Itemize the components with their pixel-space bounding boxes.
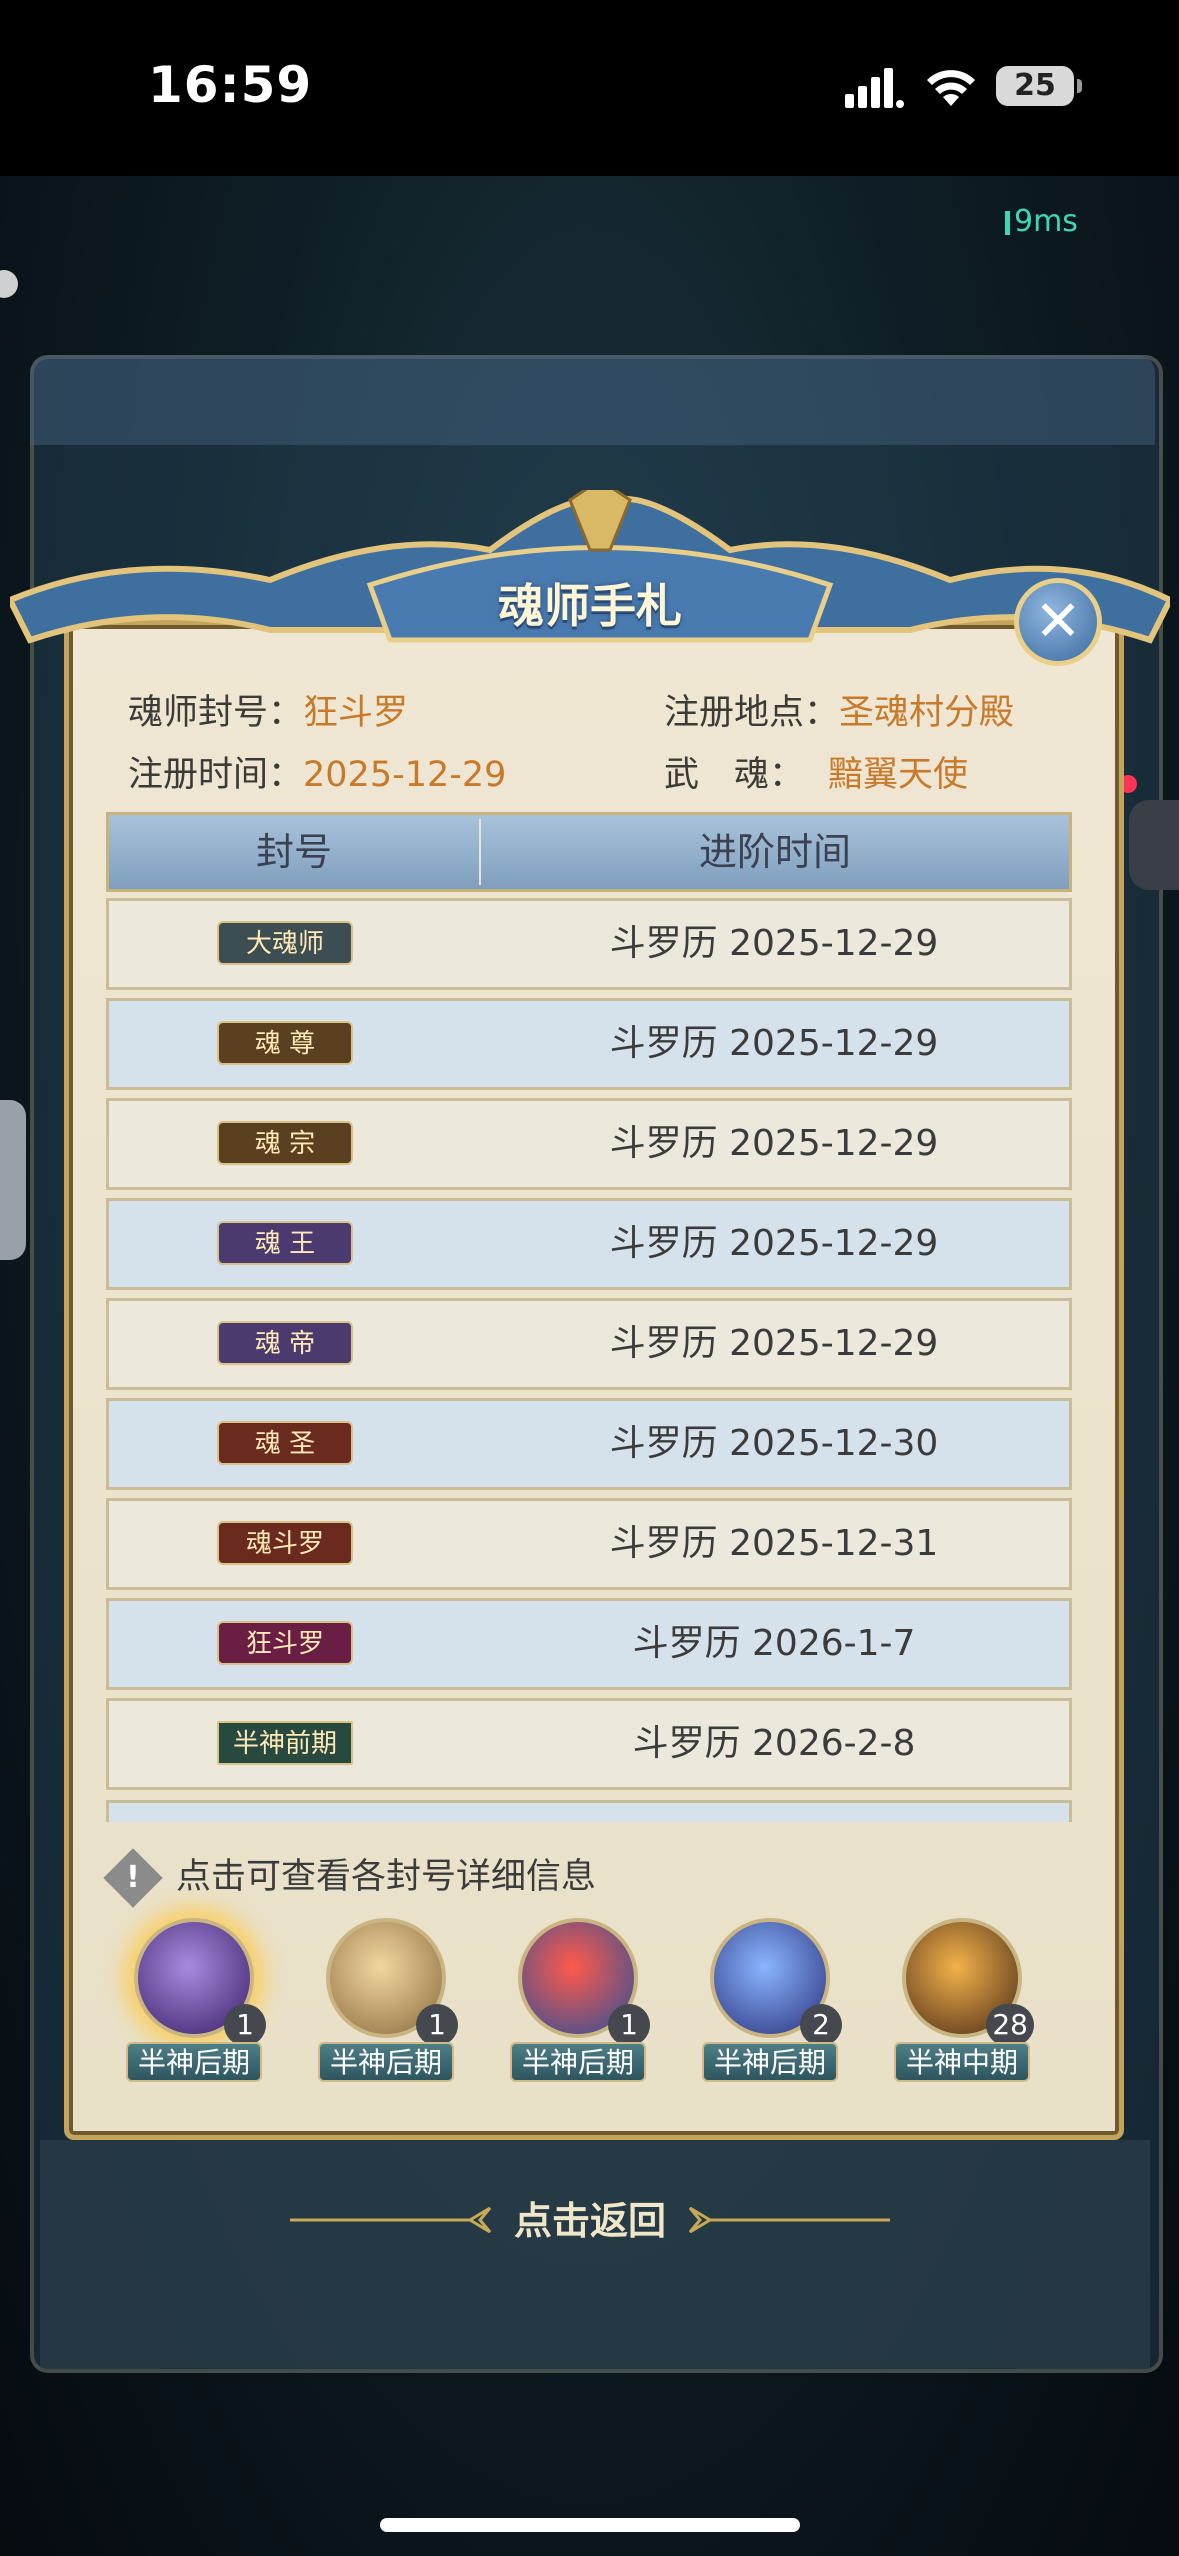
chat-bubble-button[interactable] [1129, 800, 1179, 890]
background-bottom-menu [40, 2140, 1150, 2370]
table-row[interactable]: 魂 圣 斗罗历 2025-12-30 [106, 1398, 1072, 1490]
title-badge-label: 魂 圣 [254, 1429, 316, 1459]
soul-avatar[interactable]: 28 半神中期 [894, 1912, 1034, 2082]
soul-level: 半神后期 [510, 2042, 646, 2082]
modal-title: 魂师手札 [498, 579, 682, 633]
close-button[interactable]: ✕ [1014, 578, 1102, 666]
soul-level: 半神后期 [318, 2042, 454, 2082]
table-header: 封号 进阶时间 [106, 812, 1072, 892]
info-title-value: 狂斗罗 [303, 693, 409, 733]
info-date-field: 注册时间：2025-12-29 [128, 746, 506, 797]
wifi-icon [927, 70, 975, 106]
title-badge: 狂斗罗 [217, 1621, 353, 1665]
soul-avatar[interactable]: 1 半神后期 [510, 1912, 650, 2082]
table-row[interactable]: 魂 帝 斗罗历 2025-12-29 [106, 1298, 1072, 1390]
background-panel-titlebar [30, 355, 1155, 445]
side-handle[interactable] [0, 1100, 26, 1260]
soul-level: 半神后期 [702, 2042, 838, 2082]
title-badge-label: 魂斗罗 [245, 1529, 324, 1559]
table-row[interactable]: 大魂师 斗罗历 2025-12-29 [106, 898, 1072, 990]
info-icon: ! [103, 1848, 163, 1908]
soul-level: 半神中期 [894, 2042, 1030, 2082]
title-badge: 魂 帝 [217, 1321, 353, 1365]
info-soul-label: 武 魂： [664, 755, 805, 795]
title-badge-label: 魂 宗 [254, 1129, 316, 1159]
soul-level: 半神后期 [126, 2042, 262, 2082]
advance-time: 斗罗历 2025-12-29 [609, 923, 939, 964]
soul-avatar[interactable]: 1 半神后期 [318, 1912, 458, 2082]
status-time: 16:59 [148, 56, 313, 114]
title-badge-label: 大魂师 [245, 929, 324, 959]
soul-count: 1 [608, 2004, 650, 2046]
advance-time: 斗罗历 2026-2-8 [632, 1723, 916, 1764]
title-badge-label: 魂 王 [254, 1229, 316, 1259]
advance-time: 斗罗历 2025-12-29 [609, 1323, 939, 1364]
info-date-label: 注册时间： [128, 755, 304, 795]
title-badge: 魂 王 [217, 1221, 353, 1265]
soul-avatar[interactable]: 2 半神后期 [702, 1912, 842, 2082]
info-title-field: 魂师封号：狂斗罗 [128, 684, 408, 735]
advance-time: 斗罗历 2025-12-29 [609, 1223, 939, 1264]
title-badge: 半神前期 [217, 1721, 353, 1765]
table-row-partial [106, 1800, 1072, 1822]
info-soul-field: 武 魂： 黯翼天使 [664, 746, 968, 797]
table-row[interactable]: 半神前期 斗罗历 2026-2-8 [106, 1698, 1072, 1790]
table-row[interactable]: 魂斗罗 斗罗历 2025-12-31 [106, 1498, 1072, 1590]
ping-icon [1005, 210, 1010, 235]
status-bar: 16:59 25 [0, 0, 1179, 176]
ping-indicator: 9ms [1005, 204, 1078, 239]
return-button[interactable]: 点击返回 [440, 2190, 740, 2245]
advance-time: 斗罗历 2025-12-31 [609, 1523, 939, 1564]
table-row[interactable]: 狂斗罗 斗罗历 2026-1-7 [106, 1598, 1072, 1690]
title-badge: 魂 尊 [217, 1021, 353, 1065]
hint-text: 点击可查看各封号详细信息 [176, 1857, 597, 1897]
info-soul-value: 黯翼天使 [828, 755, 969, 795]
soul-count: 1 [224, 2004, 266, 2046]
soul-count: 1 [416, 2004, 458, 2046]
cellular-signal-icon [845, 68, 904, 108]
home-indicator[interactable] [380, 2518, 800, 2532]
info-place-value: 圣魂村分殿 [839, 693, 1015, 733]
advance-time: 斗罗历 2025-12-30 [609, 1423, 939, 1464]
soul-count: 28 [986, 2004, 1034, 2046]
title-badge: 魂 宗 [217, 1121, 353, 1165]
title-badge-label: 魂 帝 [254, 1329, 316, 1359]
soul-count: 2 [800, 2004, 842, 2046]
info-title-label: 魂师封号： [128, 693, 304, 733]
battery-level: 25 [1014, 68, 1056, 103]
hint: ! 点击可查看各封号详细信息 [103, 1848, 597, 1908]
info-place-label: 注册地点： [664, 693, 840, 733]
ping-value: 9ms [1014, 204, 1078, 239]
table-row[interactable]: 魂 宗 斗罗历 2025-12-29 [106, 1098, 1072, 1190]
column-header-time: 进阶时间 [698, 830, 851, 874]
info-place-field: 注册地点：圣魂村分殿 [664, 684, 1014, 735]
close-icon: ✕ [1034, 589, 1082, 654]
advance-time: 斗罗历 2025-12-29 [609, 1023, 939, 1064]
advance-time: 斗罗历 2026-1-7 [632, 1623, 916, 1664]
title-badge: 大魂师 [217, 921, 353, 965]
table-row[interactable]: 魂 尊 斗罗历 2025-12-29 [106, 998, 1072, 1090]
soul-avatar[interactable]: 1 半神后期 [126, 1912, 266, 2082]
title-badge: 魂斗罗 [217, 1521, 353, 1565]
title-badge: 魂 圣 [217, 1421, 353, 1465]
title-badge-label: 半神前期 [232, 1729, 337, 1759]
column-header-title: 封号 [255, 830, 332, 874]
advance-time: 斗罗历 2025-12-29 [609, 1123, 939, 1164]
title-badge-label: 狂斗罗 [245, 1629, 324, 1659]
title-badge-label: 魂 尊 [254, 1029, 316, 1059]
info-date-value: 2025-12-29 [303, 755, 507, 795]
battery-icon: 25 [996, 66, 1082, 106]
table-row[interactable]: 魂 王 斗罗历 2025-12-29 [106, 1198, 1072, 1290]
